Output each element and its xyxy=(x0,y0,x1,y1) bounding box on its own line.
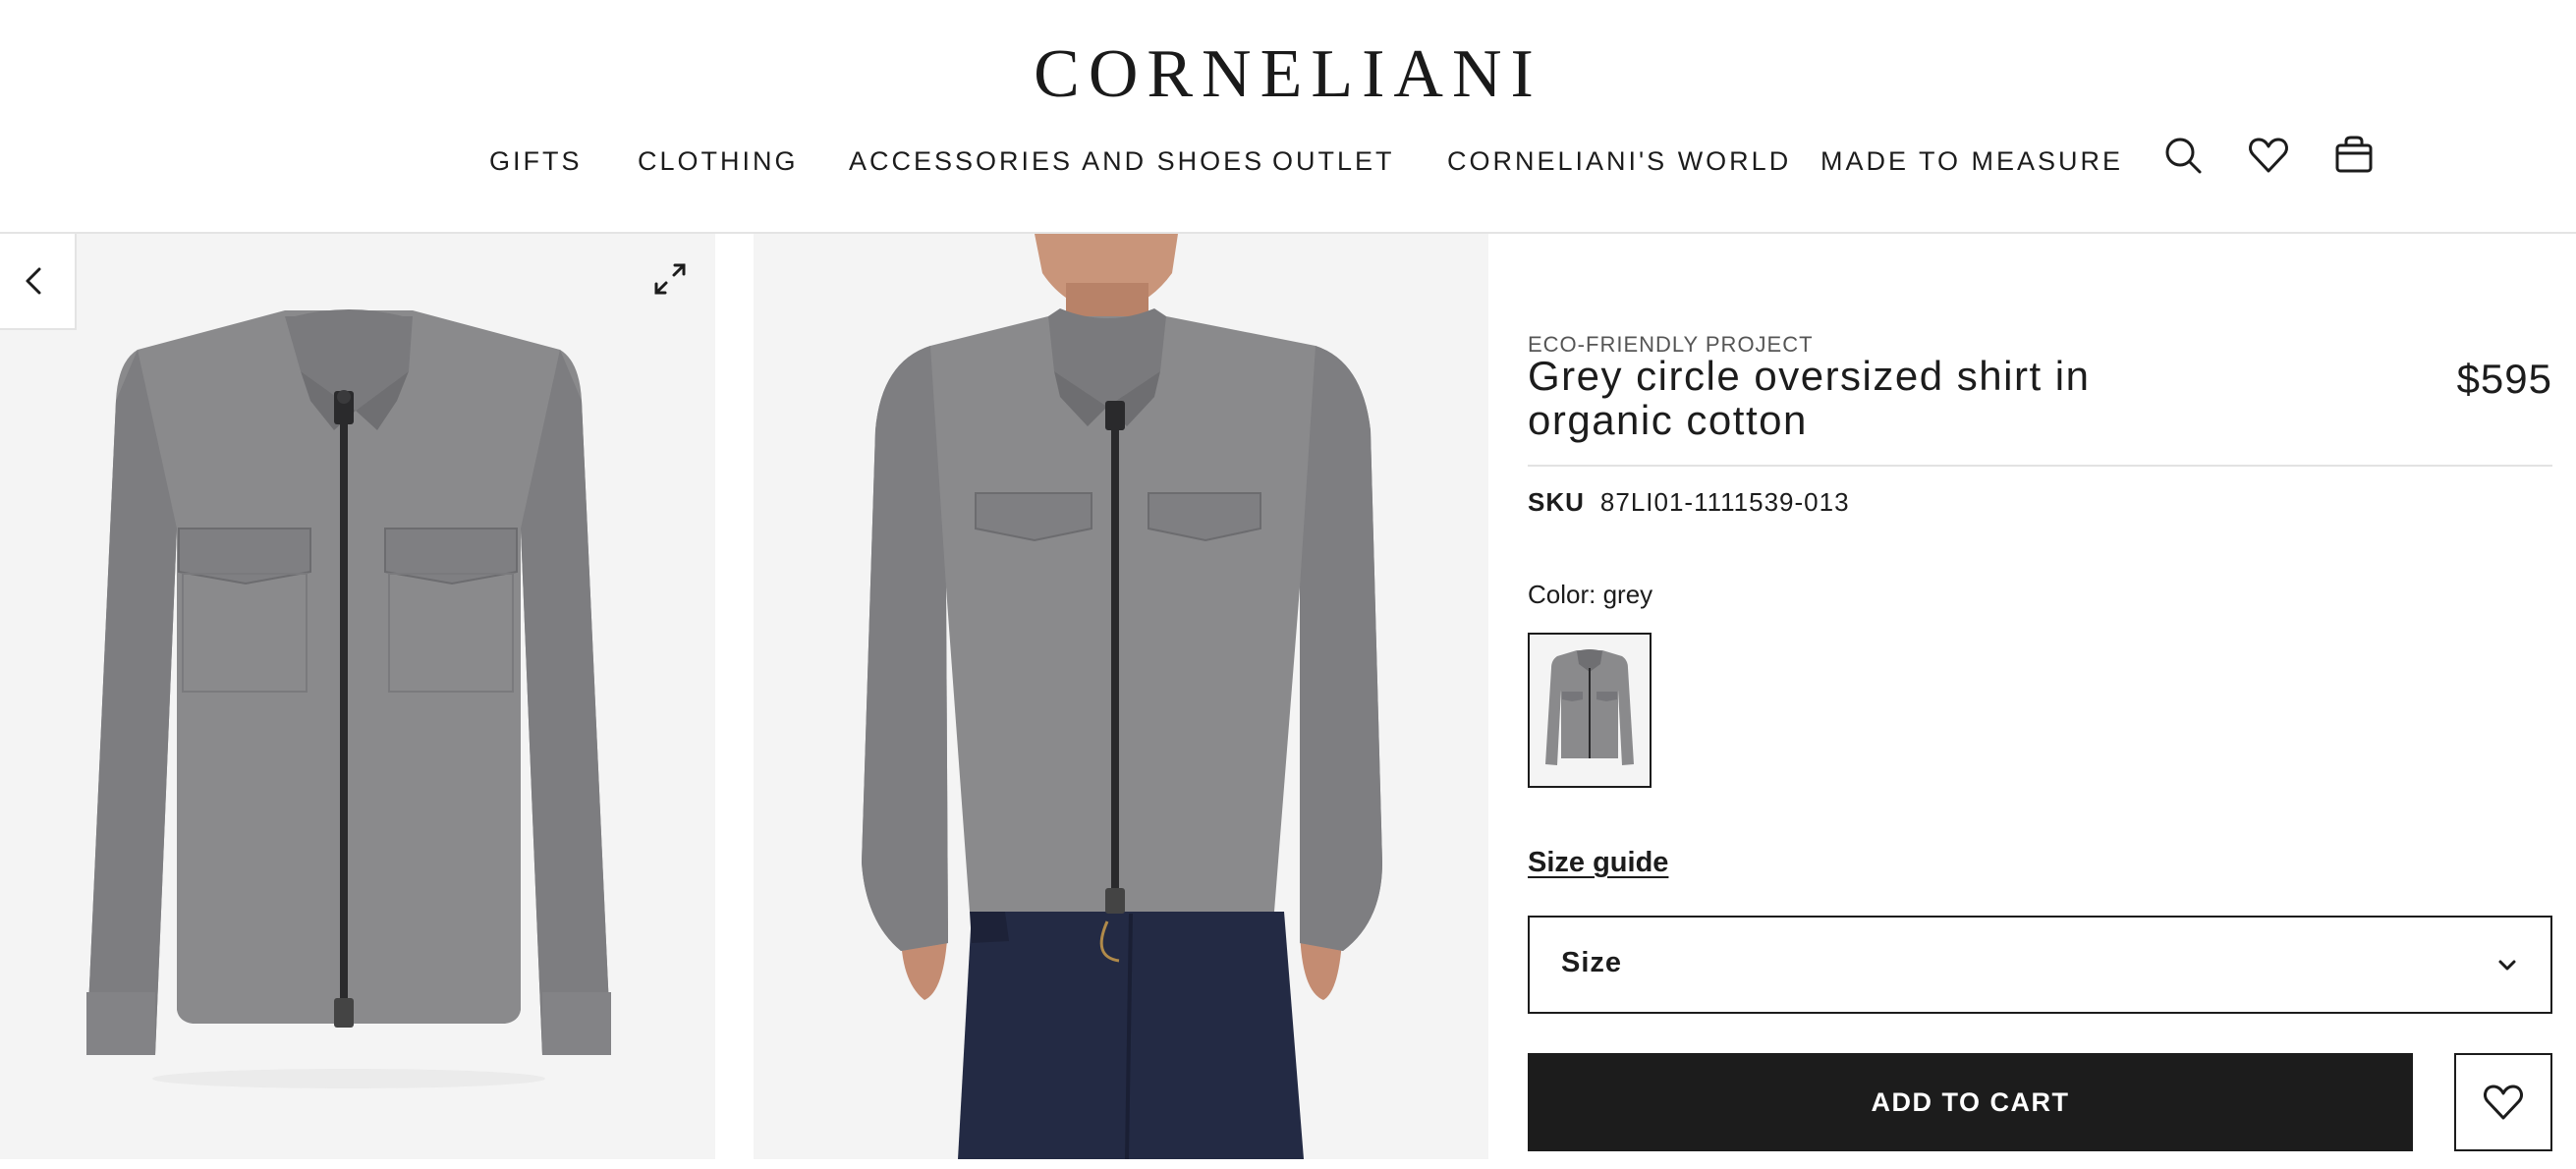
size-select-value: Size xyxy=(1561,947,1623,978)
product-image-flat[interactable] xyxy=(0,234,715,1159)
size-guide-link[interactable]: Size guide xyxy=(1528,847,1668,879)
expand-icon xyxy=(654,263,686,295)
grey-shirt-thumbnail xyxy=(1530,635,1650,786)
model-wearing-shirt-image xyxy=(754,234,1488,1159)
heart-icon[interactable] xyxy=(2247,134,2290,177)
nav-cornelianis-world[interactable]: CORNELIANI'S WORLD xyxy=(1447,139,1791,183)
brand-logo[interactable]: CORNELIANI xyxy=(0,35,2576,114)
product-price: $595 xyxy=(2456,356,2552,402)
chevron-down-icon xyxy=(2498,960,2516,971)
sku-label: SKU xyxy=(1528,487,1585,517)
size-select[interactable]: Size xyxy=(1528,916,2552,1014)
site-header: CORNELIANI GIFTS CLOTHING ACCESSORIES AN… xyxy=(0,0,2576,234)
divider xyxy=(1528,465,2552,467)
add-to-wishlist-button[interactable] xyxy=(2454,1053,2552,1151)
add-to-cart-button[interactable]: ADD TO CART xyxy=(1528,1053,2413,1151)
nav-outlet[interactable]: OUTLET xyxy=(1272,139,1395,183)
nav-gifts[interactable]: GIFTS xyxy=(489,139,583,183)
product-info: ECO-FRIENDLY PROJECT Grey circle oversiz… xyxy=(1528,234,2552,1159)
expand-image-button[interactable] xyxy=(648,257,692,301)
chevron-left-icon xyxy=(26,267,41,295)
nav-made-to-measure[interactable]: MADE TO MEASURE xyxy=(1820,139,2123,183)
gallery-prev-button[interactable] xyxy=(0,234,77,330)
product-title: Grey circle oversized shirt in organic c… xyxy=(1528,353,2091,443)
search-icon[interactable] xyxy=(2161,134,2205,177)
nav-clothing[interactable]: CLOTHING xyxy=(638,139,799,183)
product-image-worn[interactable] xyxy=(754,234,1488,1159)
color-label: Color: grey xyxy=(1528,580,1653,609)
heart-icon xyxy=(2484,1085,2523,1120)
color-swatch-grey[interactable] xyxy=(1528,633,1652,788)
sku-row: SKU 87LI01-1111539-013 xyxy=(1528,487,1850,518)
product-gallery xyxy=(0,234,1488,1159)
shirt-flat-image xyxy=(0,234,715,1159)
nav-accessories-and-shoes[interactable]: ACCESSORIES AND SHOES xyxy=(849,139,1264,183)
sku-value: 87LI01-1111539-013 xyxy=(1599,487,1850,517)
bag-icon[interactable] xyxy=(2332,134,2376,177)
